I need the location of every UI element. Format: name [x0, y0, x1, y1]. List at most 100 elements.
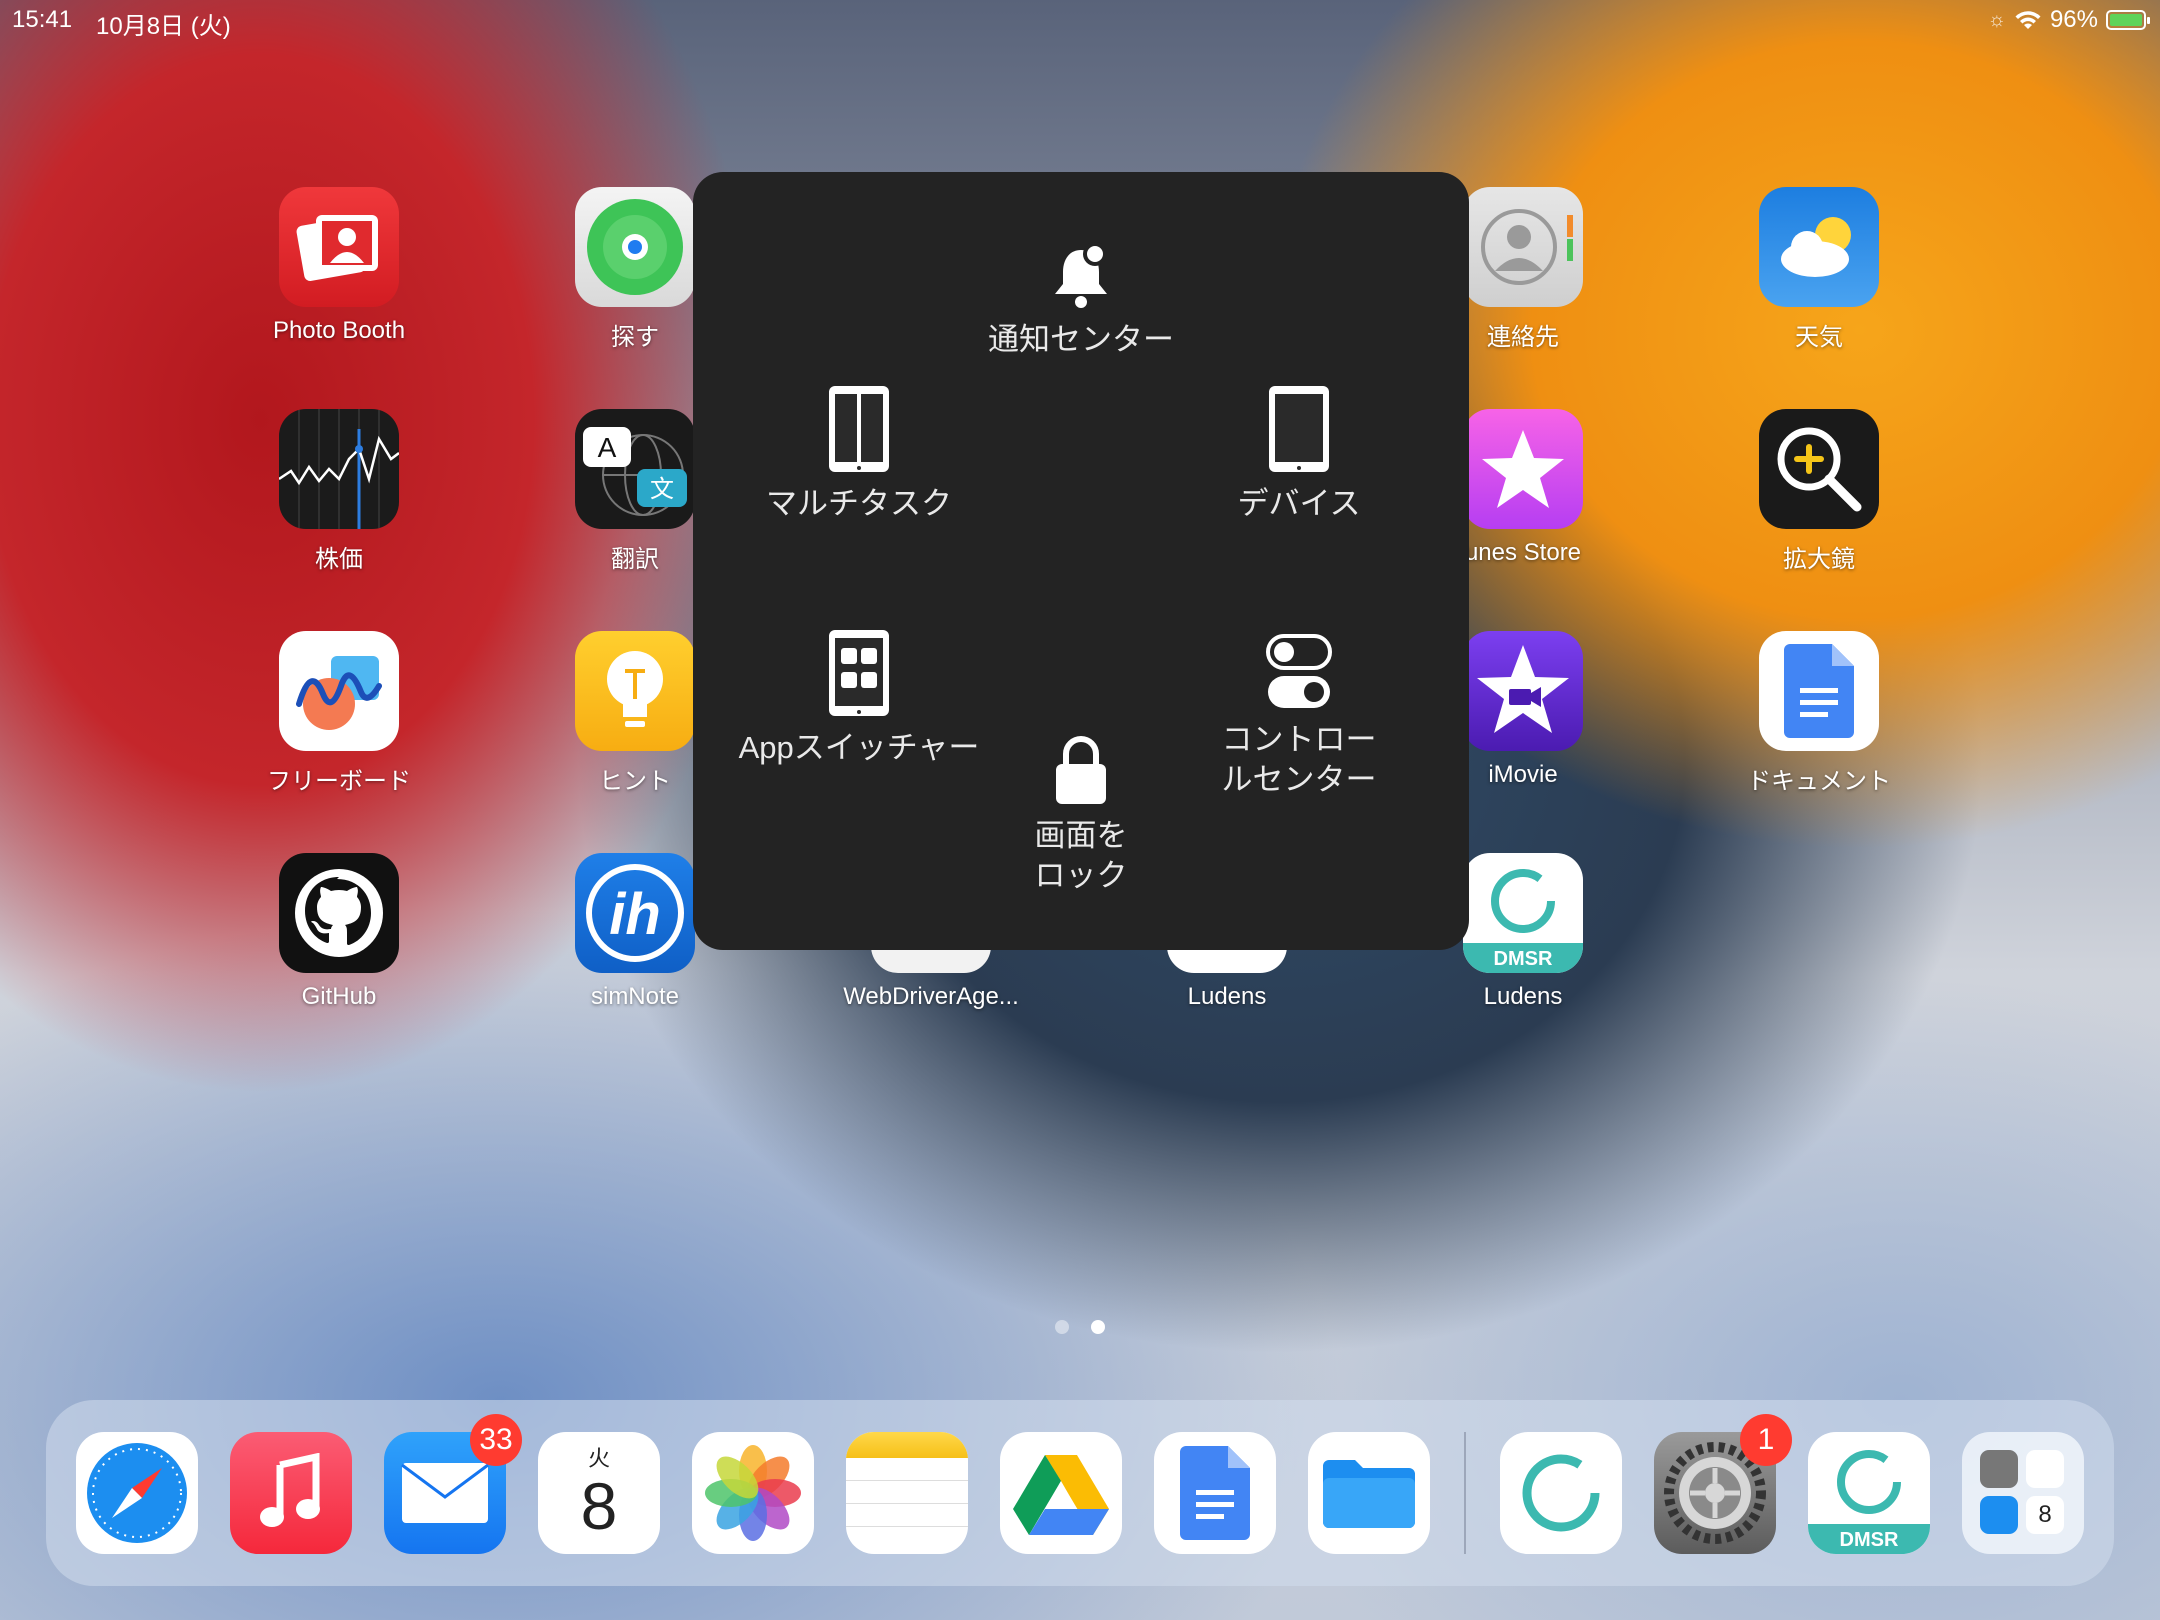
weather-icon: [1759, 187, 1879, 307]
google-drive-icon: [1000, 1432, 1122, 1554]
folder-reminders-icon: [2026, 1450, 2064, 1488]
dock-google-drive[interactable]: [1000, 1432, 1122, 1554]
dock-files[interactable]: [1308, 1432, 1430, 1554]
files-icon: [1308, 1432, 1430, 1554]
app-label: Ludens: [1483, 983, 1563, 1010]
menu-multitask[interactable]: マルチタスク: [729, 384, 989, 524]
notes-icon: [846, 1432, 968, 1554]
menu-label-line1: 画面を: [1034, 818, 1128, 853]
docs-icon: [1154, 1432, 1276, 1554]
photo-booth-icon: [279, 187, 399, 307]
folder-settings-icon: [1980, 1450, 2018, 1488]
menu-label: デバイス: [1237, 486, 1361, 521]
app-label: simNote: [590, 983, 680, 1010]
app-label: ドキュメント: [1747, 768, 1891, 795]
menu-label: マルチタスク: [766, 486, 952, 521]
status-right: ☼ 96%: [1987, 6, 2150, 34]
page-indicator[interactable]: [1055, 1320, 1105, 1334]
folder-calendar-icon: 8: [2026, 1496, 2064, 1534]
dock-safari[interactable]: [76, 1432, 198, 1554]
calendar-day: 8: [580, 1469, 618, 1543]
app-label: 天気: [1795, 324, 1843, 351]
menu-lock-screen[interactable]: 画面を ロック: [951, 734, 1211, 896]
dock-ludens[interactable]: [1500, 1432, 1622, 1554]
dmsr-label: DMSR: [1839, 1529, 1899, 1551]
photos-icon: [692, 1432, 814, 1554]
folder-app-store-icon: [1980, 1496, 2018, 1534]
status-time: 15:41: [12, 6, 73, 33]
translate-icon: A 文: [575, 409, 695, 529]
svg-text:A: A: [598, 432, 617, 463]
dock-docs[interactable]: [1154, 1432, 1276, 1554]
brightness-icon: ☼: [1987, 8, 2006, 31]
menu-app-switcher[interactable]: Appスイッチャー: [729, 628, 989, 768]
app-label: GitHub: [301, 983, 377, 1010]
dock-notes[interactable]: [846, 1432, 968, 1554]
app-photo-booth[interactable]: Photo Booth: [239, 187, 439, 345]
ludens-dmsr-icon: DMSR: [1808, 1432, 1930, 1554]
freeform-icon: [279, 631, 399, 751]
battery-percent: 96%: [2049, 6, 2098, 33]
dock-separator: [1464, 1432, 1466, 1554]
github-icon: [279, 853, 399, 973]
wifi-icon: [2015, 11, 2041, 29]
find-my-icon: [575, 187, 695, 307]
status-date: 10月8日 (火): [96, 13, 231, 40]
multitask-icon: [829, 386, 889, 472]
battery-icon: [2106, 10, 2150, 30]
app-github[interactable]: GitHub: [239, 853, 439, 1011]
safari-icon: [76, 1432, 198, 1554]
app-label: Photo Booth: [272, 317, 406, 344]
menu-device[interactable]: デバイス: [1169, 384, 1429, 524]
app-docs[interactable]: ドキュメント: [1719, 631, 1919, 796]
ludens-dmsr-icon: DMSR: [1463, 853, 1583, 973]
folder-icon: 8: [1962, 1432, 2084, 1554]
stocks-icon: [279, 409, 399, 529]
dmsr-label: DMSR: [1493, 948, 1553, 970]
dock-music[interactable]: [230, 1432, 352, 1554]
app-stocks[interactable]: 株価: [239, 409, 439, 574]
mail-badge: 33: [470, 1414, 522, 1466]
bell-icon: [1055, 242, 1107, 308]
app-magnifier[interactable]: 拡大鏡: [1719, 409, 1919, 574]
app-label: 株価: [315, 546, 363, 573]
itunes-store-icon: [1463, 409, 1583, 529]
lock-icon: [1056, 736, 1106, 804]
status-bar: 15:41 10月8日 (火) ☼ 96%: [0, 0, 2160, 40]
simnote-icon: ih: [575, 853, 695, 973]
app-label: フリーボード: [267, 768, 411, 795]
app-switcher-icon: [829, 630, 889, 716]
dock-settings[interactable]: 1: [1654, 1414, 1792, 1554]
svg-text:ih: ih: [609, 882, 661, 947]
magnifier-icon: [1759, 409, 1879, 529]
menu-notification-center[interactable]: 通知センター: [951, 242, 1211, 360]
music-icon: [230, 1432, 352, 1554]
settings-badge: 1: [1740, 1414, 1792, 1466]
device-icon: [1269, 386, 1329, 472]
folder-calendar-day: 8: [2038, 1501, 2052, 1528]
menu-label: Appスイッチャー: [738, 730, 980, 765]
imovie-icon: [1463, 631, 1583, 751]
dock-app-folder[interactable]: 8: [1962, 1432, 2084, 1554]
dock-ludens-dmsr[interactable]: DMSR: [1808, 1432, 1930, 1554]
svg-text:文: 文: [650, 475, 674, 503]
assistive-touch-menu: 通知センター マルチタスク デバイス Appスイッチャー コントロー ルセンター…: [693, 172, 1469, 950]
control-center-icon: [1266, 634, 1332, 708]
page-dot[interactable]: [1055, 1320, 1069, 1334]
docs-icon: [1759, 631, 1879, 751]
tips-icon: [575, 631, 695, 751]
app-label: WebDriverAge...: [843, 983, 1019, 1010]
app-weather[interactable]: 天気: [1719, 187, 1919, 352]
page-dot-active[interactable]: [1091, 1320, 1105, 1334]
dock-photos[interactable]: [692, 1432, 814, 1554]
app-freeform[interactable]: フリーボード: [239, 631, 439, 796]
app-label: 拡大鏡: [1783, 546, 1855, 573]
dock: 33 火 8 1 DMSR 8: [46, 1400, 2114, 1586]
app-label: Ludens: [1187, 983, 1267, 1010]
ludens-icon: [1500, 1432, 1622, 1554]
contacts-icon: [1463, 187, 1583, 307]
dock-mail[interactable]: 33: [384, 1414, 522, 1554]
menu-label: 通知センター: [988, 322, 1174, 357]
dock-calendar[interactable]: 火 8: [538, 1432, 660, 1554]
calendar-icon: 火 8: [538, 1432, 660, 1554]
